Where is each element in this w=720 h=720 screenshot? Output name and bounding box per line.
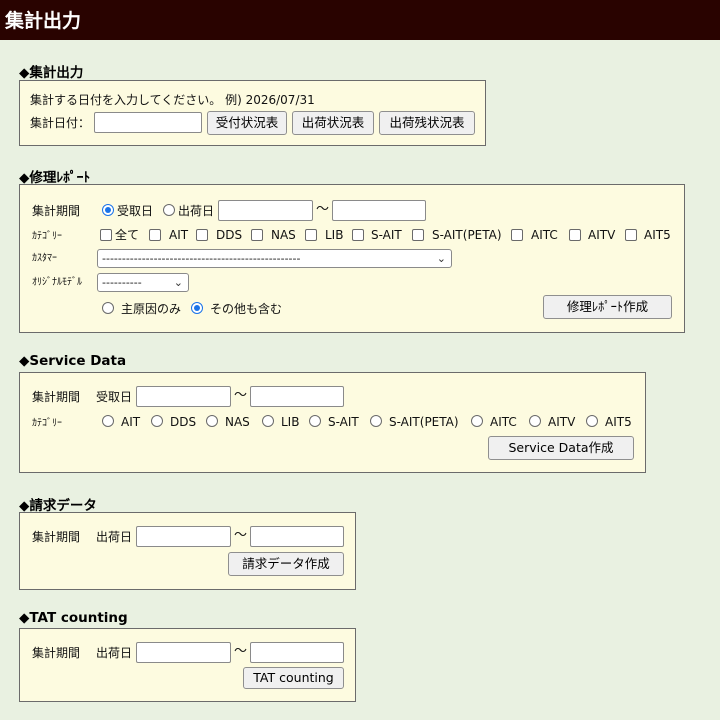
repair-cat-label-1: AIT bbox=[169, 228, 189, 242]
repair-category-label: ｶﾃｺﾞﾘｰ bbox=[32, 231, 62, 242]
service-cat-label-2: NAS bbox=[225, 415, 250, 429]
repair-cat-checkbox-2[interactable] bbox=[196, 229, 208, 241]
cause-all-label: その他も含む bbox=[210, 302, 283, 316]
cause-only-label: 主原因のみ bbox=[121, 302, 182, 316]
service-date-to-input[interactable] bbox=[250, 386, 344, 407]
cause-only-radio[interactable] bbox=[102, 302, 114, 314]
repair-received-radio[interactable] bbox=[102, 204, 114, 216]
service-cat-label-5: S-AIT(PETA) bbox=[389, 415, 459, 429]
repair-cat-label-6: S-AIT(PETA) bbox=[432, 228, 502, 242]
repair-received-label: 受取日 bbox=[117, 204, 154, 218]
summary-date-label: 集計日付： bbox=[30, 116, 91, 130]
repair-section-title: ◆修理ﾚﾎﾟｰﾄ bbox=[19, 170, 91, 186]
billing-box: 集計期間 出荷日 ～ 請求データ作成 bbox=[19, 512, 356, 590]
tat-period-label: 集計期間 bbox=[32, 646, 81, 660]
service-cat-radio-4[interactable] bbox=[309, 415, 321, 427]
repair-shipped-label: 出荷日 bbox=[178, 204, 215, 218]
service-period-label: 集計期間 bbox=[32, 390, 81, 404]
service-date-from-input[interactable] bbox=[136, 386, 231, 407]
repair-date-to-input[interactable] bbox=[332, 200, 426, 221]
summary-date-input[interactable] bbox=[94, 112, 202, 133]
repair-cat-label-9: AIT5 bbox=[644, 228, 671, 242]
billing-section-title: ◆請求データ bbox=[19, 498, 97, 514]
page-header: 集計出力 bbox=[0, 0, 720, 40]
service-category-label: ｶﾃｺﾞﾘｰ bbox=[32, 418, 62, 429]
repair-cat-label-8: AITV bbox=[588, 228, 616, 242]
repair-customer-selected: ----------------------------------------… bbox=[102, 252, 301, 265]
billing-tilde: ～ bbox=[234, 528, 248, 543]
billing-date-from-input[interactable] bbox=[136, 526, 231, 547]
service-cat-radio-3[interactable] bbox=[262, 415, 274, 427]
repair-model-select[interactable]: ---------- ⌄ bbox=[97, 273, 189, 292]
repair-box: 集計期間 受取日 出荷日 ～ ｶﾃｺﾞﾘｰ 全て AIT DDS NAS LIB… bbox=[19, 184, 685, 333]
service-cat-radio-1[interactable] bbox=[151, 415, 163, 427]
billing-data-create-button[interactable]: 請求データ作成 bbox=[228, 552, 344, 576]
service-cat-radio-7[interactable] bbox=[529, 415, 541, 427]
service-date-type: 受取日 bbox=[96, 390, 133, 404]
repair-date-from-input[interactable] bbox=[218, 200, 313, 221]
service-cat-label-3: LIB bbox=[281, 415, 300, 429]
billing-date-to-input[interactable] bbox=[250, 526, 344, 547]
tat-counting-button[interactable]: TAT counting bbox=[243, 667, 344, 689]
page-title: 集計出力 bbox=[5, 10, 82, 32]
repair-cat-label-7: AITC bbox=[531, 228, 558, 242]
repair-model-label: ｵﾘｼﾞﾅﾙﾓﾃﾞﾙ bbox=[32, 277, 82, 288]
repair-model-selected: ---------- bbox=[102, 276, 142, 289]
repair-cat-label-4: LIB bbox=[325, 228, 344, 242]
repair-cat-checkbox-6[interactable] bbox=[412, 229, 424, 241]
service-cat-label-1: DDS bbox=[170, 415, 197, 429]
service-cat-radio-5[interactable] bbox=[370, 415, 382, 427]
summary-hint: 集計する日付を入力してください。 例) 2026/07/31 bbox=[30, 93, 315, 107]
summary-box: 集計する日付を入力してください。 例) 2026/07/31 集計日付： 受付状… bbox=[19, 80, 486, 146]
service-cat-label-7: AITV bbox=[548, 415, 576, 429]
repair-cat-checkbox-8[interactable] bbox=[569, 229, 581, 241]
remaining-shipping-status-button[interactable]: 出荷残状況表 bbox=[379, 111, 475, 135]
received-status-button[interactable]: 受付状況表 bbox=[207, 111, 287, 135]
tat-date-to-input[interactable] bbox=[250, 642, 344, 663]
repair-cat-checkbox-4[interactable] bbox=[305, 229, 317, 241]
billing-date-type: 出荷日 bbox=[96, 530, 133, 544]
billing-period-label: 集計期間 bbox=[32, 530, 81, 544]
repair-tilde: ～ bbox=[316, 202, 330, 217]
service-cat-radio-0[interactable] bbox=[102, 415, 114, 427]
repair-cat-checkbox-1[interactable] bbox=[149, 229, 161, 241]
chevron-down-icon: ⌄ bbox=[173, 276, 183, 289]
repair-customer-label: ｶｽﾀﾏｰ bbox=[32, 253, 57, 264]
repair-cat-label-0: 全て bbox=[115, 228, 140, 242]
cause-all-radio[interactable] bbox=[191, 302, 203, 314]
service-data-create-button[interactable]: Service Data作成 bbox=[488, 436, 634, 460]
summary-section-title: ◆集計出力 bbox=[19, 65, 84, 81]
repair-cat-label-5: S-AIT bbox=[371, 228, 402, 242]
chevron-down-icon: ⌄ bbox=[436, 252, 446, 265]
shipping-status-button[interactable]: 出荷状況表 bbox=[292, 111, 374, 135]
repair-cat-checkbox-0[interactable] bbox=[100, 229, 112, 241]
tat-tilde: ～ bbox=[234, 644, 248, 659]
service-cat-label-8: AIT5 bbox=[605, 415, 632, 429]
service-cat-radio-6[interactable] bbox=[471, 415, 483, 427]
tat-date-type: 出荷日 bbox=[96, 646, 133, 660]
repair-period-label: 集計期間 bbox=[32, 204, 81, 218]
repair-cat-checkbox-3[interactable] bbox=[251, 229, 263, 241]
repair-cat-checkbox-5[interactable] bbox=[352, 229, 364, 241]
repair-cat-checkbox-9[interactable] bbox=[625, 229, 637, 241]
service-cat-label-4: S-AIT bbox=[328, 415, 359, 429]
tat-section-title: ◆TAT counting bbox=[19, 610, 128, 626]
service-section-title: ◆Service Data bbox=[19, 353, 127, 369]
service-box: 集計期間 受取日 ～ ｶﾃｺﾞﾘｰ AIT DDS NAS LIB S-AIT … bbox=[19, 372, 646, 473]
repair-report-create-button[interactable]: 修理ﾚﾎﾟｰﾄ作成 bbox=[543, 295, 672, 319]
service-cat-label-6: AITC bbox=[490, 415, 517, 429]
tat-box: 集計期間 出荷日 ～ TAT counting bbox=[19, 628, 356, 702]
service-cat-label-0: AIT bbox=[121, 415, 141, 429]
repair-shipped-radio[interactable] bbox=[163, 204, 175, 216]
tat-date-from-input[interactable] bbox=[136, 642, 231, 663]
repair-cat-label-3: NAS bbox=[271, 228, 296, 242]
service-cat-radio-2[interactable] bbox=[206, 415, 218, 427]
service-cat-radio-8[interactable] bbox=[586, 415, 598, 427]
repair-cat-label-2: DDS bbox=[216, 228, 243, 242]
repair-customer-select[interactable]: ----------------------------------------… bbox=[97, 249, 452, 268]
service-tilde: ～ bbox=[234, 388, 248, 403]
repair-cat-checkbox-7[interactable] bbox=[511, 229, 523, 241]
